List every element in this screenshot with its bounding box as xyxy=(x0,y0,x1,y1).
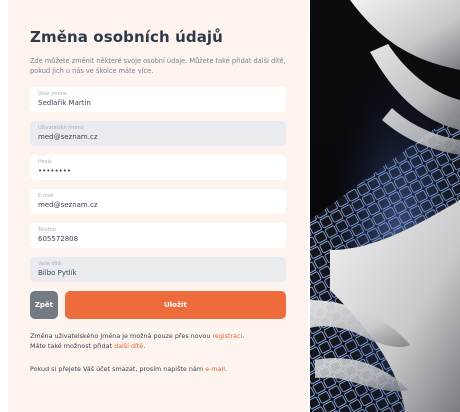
child-input xyxy=(38,268,278,278)
username-input xyxy=(38,132,278,142)
phone-input[interactable] xyxy=(38,234,278,244)
email-input[interactable] xyxy=(38,200,278,210)
username-note-text: Změna uživatelského jména je možná pouze… xyxy=(30,332,211,340)
phone-field[interactable]: Telefon xyxy=(30,223,286,248)
phone-label: Telefon xyxy=(38,227,56,233)
name-input[interactable] xyxy=(38,98,278,108)
delete-note-text: Pokud si přejete Váš účet smazat, prosím… xyxy=(30,365,204,373)
keyboard-hands-photo xyxy=(310,0,460,412)
password-input[interactable] xyxy=(38,166,278,176)
email-link[interactable]: e-mail xyxy=(205,365,225,373)
username-label: Uživatelské jméno xyxy=(38,125,84,131)
back-button[interactable]: Zpět xyxy=(30,291,58,319)
username-field: Uživatelské jméno xyxy=(30,121,286,146)
intro-text: Zde můžete změnit některé svoje osobní ú… xyxy=(30,57,286,75)
child-label: Vaše dítě xyxy=(38,261,61,267)
child-note-text: Máte také možnost přidat xyxy=(30,342,113,350)
page-title: Změna osobních údajů xyxy=(30,28,223,46)
save-button[interactable]: Uložit xyxy=(64,291,286,319)
registration-link[interactable]: registraci xyxy=(212,332,242,340)
keyboard-hands-illustration xyxy=(310,0,460,412)
name-label: Vaše jméno xyxy=(38,91,67,97)
name-field[interactable]: Vaše jméno xyxy=(30,87,286,112)
child-field: Vaše dítě xyxy=(30,257,286,282)
email-label: E-mail xyxy=(38,193,54,199)
password-field[interactable]: Heslo xyxy=(30,155,286,180)
profile-edit-panel: Změna osobních údajů Zde můžete změnit n… xyxy=(8,0,308,412)
password-label: Heslo xyxy=(38,159,52,165)
username-change-note: Změna uživatelského jména je možná pouze… xyxy=(30,332,245,350)
add-child-link[interactable]: další dítě xyxy=(114,342,143,350)
delete-account-note: Pokud si přejete Váš účet smazat, prosím… xyxy=(30,365,228,373)
form-actions: Zpět Uložit xyxy=(30,291,286,319)
email-field[interactable]: E-mail xyxy=(30,189,286,214)
